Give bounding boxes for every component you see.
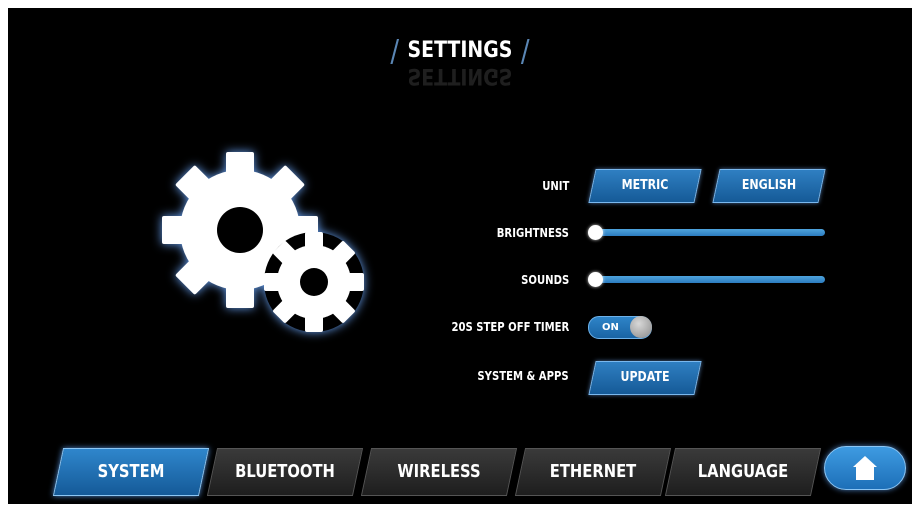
title-slash-left: / xyxy=(390,34,400,69)
tab-language-label: LANGUAGE xyxy=(697,461,789,482)
tab-wireless[interactable]: WIRELESS xyxy=(360,448,518,496)
sounds-slider-thumb[interactable] xyxy=(588,272,603,287)
update-button[interactable]: UPDATE xyxy=(588,361,702,395)
home-icon xyxy=(853,456,877,480)
step-off-timer-toggle[interactable]: ON xyxy=(588,316,652,339)
tab-system-label: SYSTEM xyxy=(97,461,165,482)
brightness-slider[interactable] xyxy=(590,229,825,236)
home-button[interactable] xyxy=(824,446,906,490)
step-off-timer-label: 20S STEP OFF TIMER xyxy=(451,320,569,334)
brightness-slider-thumb[interactable] xyxy=(588,225,603,240)
sounds-label: SOUNDS xyxy=(520,273,569,287)
gears-icon xyxy=(162,152,364,332)
tab-language[interactable]: LANGUAGE xyxy=(664,448,822,496)
system-apps-label: SYSTEM & APPS xyxy=(477,369,569,383)
english-button[interactable]: ENGLISH xyxy=(712,169,826,203)
metric-button-label: METRIC xyxy=(621,178,669,193)
title-reflection: SETTINGS xyxy=(407,66,513,88)
english-button-label: ENGLISH xyxy=(741,178,797,193)
tab-bluetooth[interactable]: BLUETOOTH xyxy=(206,448,364,496)
update-button-label: UPDATE xyxy=(620,370,670,385)
brightness-label: BRIGHTNESS xyxy=(496,226,569,240)
tab-ethernet-label: ETHERNET xyxy=(549,461,637,482)
settings-screen: / SETTINGS / SETTINGS UNIT METRIC ENGLIS… xyxy=(8,8,912,504)
toggle-state-label: ON xyxy=(602,322,619,333)
toggle-knob xyxy=(630,316,652,338)
unit-label: UNIT xyxy=(541,179,569,193)
page-title: / SETTINGS / xyxy=(390,34,529,69)
tab-system[interactable]: SYSTEM xyxy=(52,448,210,496)
page-title-text: SETTINGS xyxy=(407,38,513,63)
title-slash-right: / xyxy=(520,34,530,69)
tab-wireless-label: WIRELESS xyxy=(397,461,481,482)
tab-bluetooth-label: BLUETOOTH xyxy=(235,461,335,482)
tab-ethernet[interactable]: ETHERNET xyxy=(514,448,672,496)
metric-button[interactable]: METRIC xyxy=(588,169,702,203)
sounds-slider[interactable] xyxy=(590,276,825,283)
